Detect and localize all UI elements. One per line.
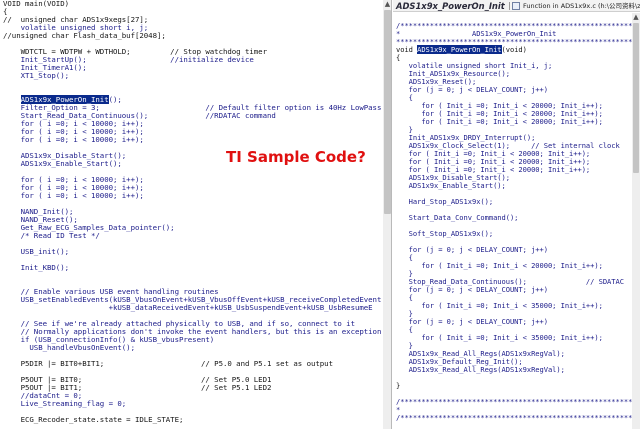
code-line[interactable]: VOID main(VOID) — [3, 0, 69, 8]
code-line[interactable]: /***************************************… — [396, 414, 640, 422]
code-line[interactable]: Soft_Stop_ADS1x9x(); — [396, 230, 640, 238]
code-line[interactable]: for (j = 0; j < DELAY_COUNT; j++) — [396, 286, 640, 294]
definition-preview-pane[interactable]: ADS1x9x_PowerOn_Init Function in ADS1x9x… — [393, 0, 640, 429]
code-line[interactable]: for ( Init_i =0; Init_i < 20000; Init_i+… — [396, 262, 640, 270]
scrollbar-thumb[interactable] — [633, 23, 639, 173]
vertical-scrollbar[interactable]: ▲ — [632, 13, 640, 429]
code-line[interactable]: Init_KBD(); — [3, 264, 391, 272]
function-location-label: Function in ADS1x9x.c (h:\公司资料\zgl — [523, 2, 640, 10]
code-line[interactable]: } — [396, 382, 400, 390]
main-source-editor[interactable]: VOID main(VOID){// unsigned char ADS1x9x… — [0, 0, 392, 429]
code-line[interactable]: for ( Init_i =0; Init_i < 35000; Init_i+… — [396, 334, 640, 342]
vertical-scrollbar[interactable]: ▲ — [383, 0, 391, 429]
code-line[interactable]: for ( Init_i =0; Init_i < 35000; Init_i+… — [396, 302, 640, 310]
code-line[interactable]: for (j = 0; j < DELAY_COUNT; j++) — [396, 318, 640, 326]
code-line[interactable] — [3, 424, 391, 429]
code-line[interactable]: ECG_Recoder_state.state = IDLE_STATE; — [3, 416, 184, 424]
code-line[interactable]: //unsigned char Flash_data_buf[2048]; — [3, 32, 166, 40]
annotation-overlay-text: TI Sample Code? — [226, 148, 366, 166]
code-line[interactable] — [3, 272, 391, 280]
code-line[interactable]: XT1_Stop(); — [3, 72, 391, 80]
code-line[interactable]: ADS1x9x_Enable_Start(); — [396, 182, 640, 190]
selected-identifier[interactable]: ADS1x9x_PowerOn_Init — [417, 45, 502, 54]
code-line[interactable]: USB_handleVbusOnEvent(); — [3, 344, 391, 352]
function-name-title[interactable]: ADS1x9x_PowerOn_Init — [396, 0, 505, 12]
code-line[interactable] — [396, 374, 640, 382]
code-line[interactable]: for ( i =0; i < 10000; i++); — [3, 136, 391, 144]
code-line[interactable]: for ( Init_i =0; Init_i < 20000; Init_i+… — [396, 118, 640, 126]
code-line[interactable]: void ADS1x9x_PowerOn_Init(void) — [396, 45, 527, 54]
code-line[interactable]: for (j = 0; j < DELAY_COUNT; j++) — [396, 246, 640, 254]
function-symbol-icon — [512, 2, 520, 10]
scrollbar-thumb[interactable] — [384, 10, 391, 214]
scroll-up-arrow-icon[interactable]: ▲ — [632, 13, 640, 22]
code-line[interactable]: /* Read ID Test */ — [3, 232, 391, 240]
code-line[interactable]: for ( i =0; i < 10000; i++); — [3, 192, 391, 200]
code-line[interactable]: /***************************************… — [396, 398, 640, 406]
code-line[interactable]: ADS1x9x_Read_All_Regs(ADS1x9xRegVal); — [396, 366, 640, 374]
code-line[interactable]: Hard_Stop_ADS1x9x(); — [396, 198, 640, 206]
code-line[interactable]: Start_Data_Conv_Command(); — [396, 214, 640, 222]
code-line[interactable]: Live_Streaming_flag = 0; — [3, 400, 391, 408]
code-line[interactable]: +kUSB_dataReceivedEvent+kUSB_UsbSuspendE… — [3, 304, 391, 312]
header-divider — [509, 2, 510, 10]
code-line[interactable] — [3, 80, 391, 88]
code-line[interactable]: P5DIR |= BIT0+BIT1; // P5.0 and P5.1 set… — [3, 360, 333, 368]
scroll-up-arrow-icon[interactable]: ▲ — [383, 0, 391, 9]
code-line[interactable]: for (j = 0; j < DELAY_COUNT; j++) — [396, 86, 640, 94]
code-line[interactable]: USB_init(); — [3, 248, 391, 256]
definition-header-bar: ADS1x9x_PowerOn_Init Function in ADS1x9x… — [393, 0, 640, 12]
